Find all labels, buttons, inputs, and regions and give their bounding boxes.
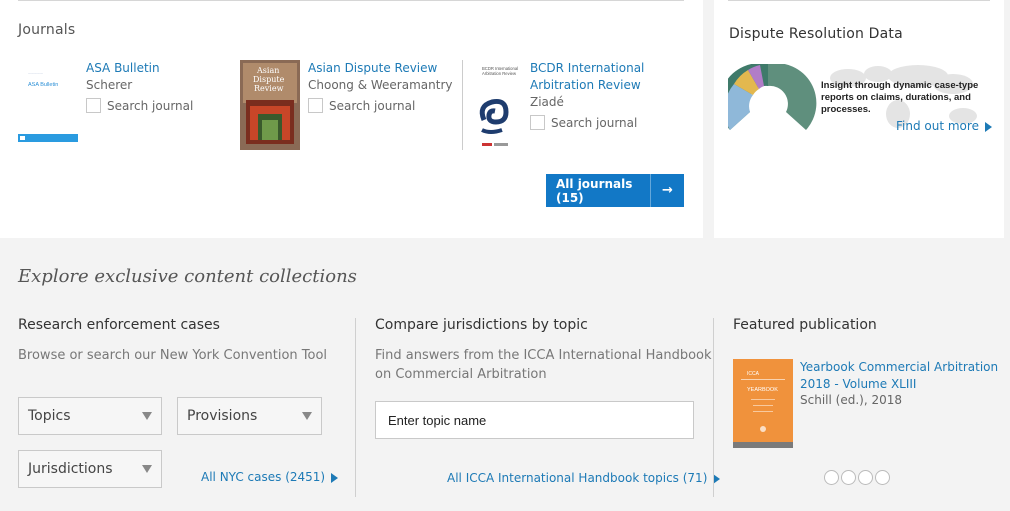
all-icca-topics-label: All ICCA International Handbook topics (… xyxy=(447,471,708,485)
carousel-dot[interactable] xyxy=(858,470,873,485)
carousel-indicators xyxy=(824,470,890,485)
all-journals-label: All journals (15) xyxy=(556,176,633,205)
search-journal-label: Search journal xyxy=(551,115,638,130)
journal-title-line[interactable]: BCDR International xyxy=(530,60,644,77)
journal-author: Ziadé xyxy=(530,95,564,109)
cover-title-text: ASA Bulletin xyxy=(28,82,58,88)
journal-title-line[interactable]: Arbitration Review xyxy=(530,77,644,94)
all-journals-button[interactable]: All journals (15) → xyxy=(546,174,684,207)
cover-line: Asian xyxy=(256,66,279,75)
jurisdictions-dropdown[interactable]: Jurisdictions xyxy=(18,450,162,488)
featured-publication-meta: Schill (ed.), 2018 xyxy=(800,393,902,407)
compare-description-line: Find answers from the ICCA International… xyxy=(375,348,712,363)
compare-description: Find answers from the ICCA International… xyxy=(375,346,712,384)
journal-title-link[interactable]: ASA Bulletin xyxy=(86,60,160,77)
featured-title-line[interactable]: Yearbook Commercial Arbitration xyxy=(800,359,998,376)
all-nyc-cases-link[interactable]: All NYC cases (2451) xyxy=(201,470,339,484)
carousel-dot[interactable] xyxy=(841,470,856,485)
search-journal-checkbox[interactable]: Search journal xyxy=(530,115,637,130)
dispute-resolution-description: Insight through dynamic case-type report… xyxy=(821,80,979,115)
svg-text:—————: ————— xyxy=(28,71,43,75)
compare-description-line: on Commercial Arbitration xyxy=(375,367,547,382)
arrow-right-icon: → xyxy=(650,174,684,207)
yearbook-cover[interactable]: ICCA YEARBOOK xyxy=(733,359,793,448)
asian-dispute-review-cover[interactable]: Asian Dispute Review xyxy=(240,60,300,150)
asa-bulletin-cover[interactable]: ————— ASA Bulletin xyxy=(18,60,78,142)
cover-line: Dispute xyxy=(253,75,285,84)
all-nyc-cases-label: All NYC cases (2451) xyxy=(201,470,326,484)
caret-down-icon xyxy=(142,412,152,420)
dispute-resolution-heading: Dispute Resolution Data xyxy=(729,26,903,42)
journal-author: Choong & Weeramantry xyxy=(308,78,453,92)
caret-down-icon xyxy=(302,412,312,420)
cover-line: Review xyxy=(254,84,284,93)
journal-author: Scherer xyxy=(86,78,133,92)
search-journal-checkbox[interactable]: Search journal xyxy=(308,98,415,113)
journals-heading: Journals xyxy=(18,22,76,38)
checkbox-box[interactable] xyxy=(530,115,545,130)
divider xyxy=(18,0,684,1)
find-out-more-link[interactable]: Find out more xyxy=(896,119,992,133)
cover-line: YEARBOOK xyxy=(747,387,778,393)
column-divider xyxy=(355,318,356,497)
featured-publication-title-link[interactable]: Yearbook Commercial Arbitration 2018 - V… xyxy=(800,359,998,393)
cover-line: ICCA xyxy=(747,371,760,377)
featured-title-line[interactable]: 2018 - Volume XLIII xyxy=(800,376,998,393)
provisions-dropdown[interactable]: Provisions xyxy=(177,397,322,435)
featured-title: Featured publication xyxy=(733,317,877,333)
find-out-more-label: Find out more xyxy=(896,119,979,133)
search-journal-checkbox[interactable]: Search journal xyxy=(86,98,193,113)
topic-name-input[interactable] xyxy=(375,401,694,439)
column-divider xyxy=(713,318,714,497)
dropdown-label: Jurisdictions xyxy=(28,461,113,477)
explore-title: Explore exclusive content collections xyxy=(18,266,357,287)
search-journal-label: Search journal xyxy=(107,98,194,113)
checkbox-box[interactable] xyxy=(86,98,101,113)
triangle-right-icon xyxy=(331,472,339,483)
carousel-dot[interactable] xyxy=(824,470,839,485)
caret-down-icon xyxy=(142,465,152,473)
checkbox-box[interactable] xyxy=(308,98,323,113)
journal-title-link[interactable]: Asian Dispute Review xyxy=(308,60,437,77)
all-icca-topics-link[interactable]: All ICCA International Handbook topics (… xyxy=(447,471,721,485)
enforcement-description: Browse or search our New York Convention… xyxy=(18,348,328,363)
enforcement-title: Research enforcement cases xyxy=(18,317,220,333)
search-journal-label: Search journal xyxy=(329,98,416,113)
triangle-right-icon xyxy=(984,121,992,132)
dropdown-label: Provisions xyxy=(187,408,258,424)
cover-line: Arbitration Review xyxy=(482,71,517,76)
divider xyxy=(728,0,990,1)
journal-title-link[interactable]: BCDR International Arbitration Review xyxy=(530,60,644,94)
dispute-resolution-panel: Dispute Resolution Data Insight through … xyxy=(714,0,1004,238)
compare-title: Compare jurisdictions by topic xyxy=(375,317,588,333)
topics-dropdown[interactable]: Topics xyxy=(18,397,162,435)
bcdr-cover[interactable]: BCDR International Arbitration Review xyxy=(462,60,522,150)
journals-panel: Journals ————— ASA Bulletin ASA Bulletin… xyxy=(0,0,703,238)
triangle-right-icon xyxy=(713,473,721,484)
carousel-dot[interactable] xyxy=(875,470,890,485)
dropdown-label: Topics xyxy=(28,408,71,424)
